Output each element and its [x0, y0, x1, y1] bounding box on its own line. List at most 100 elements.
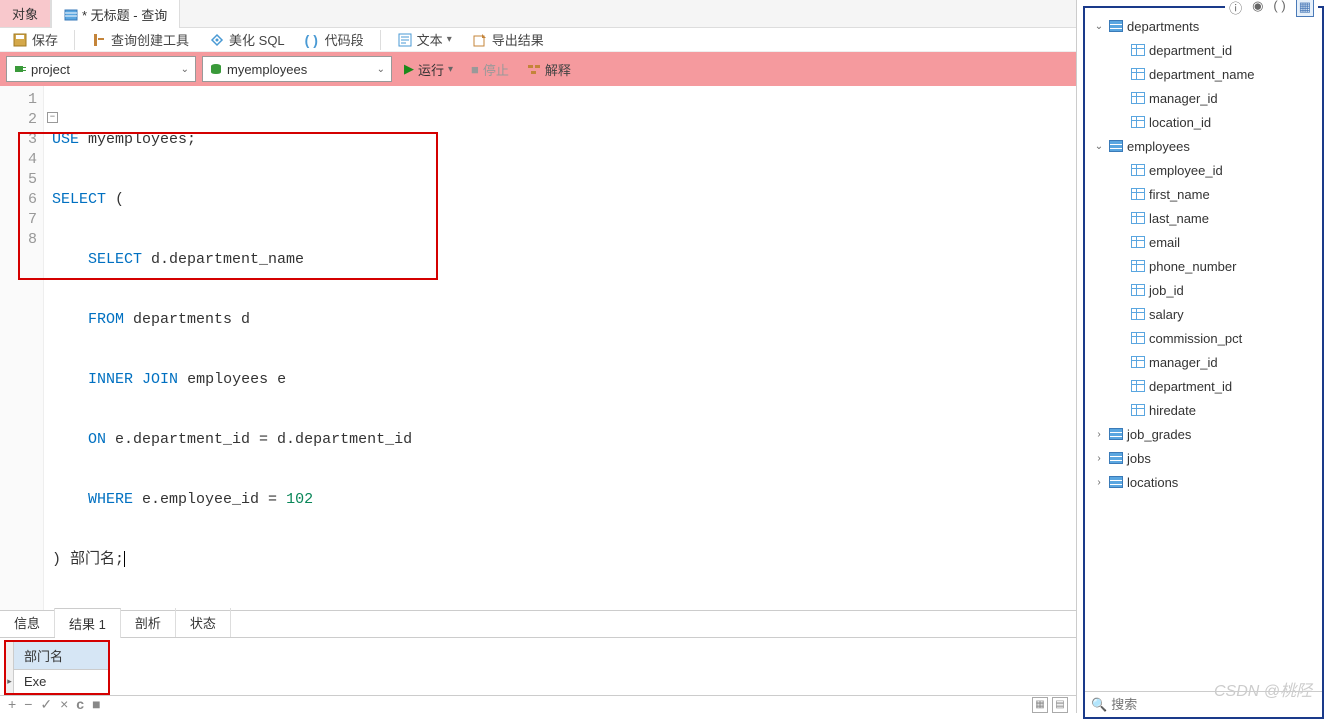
- stop-icon: ■: [471, 62, 479, 77]
- column-name-label: manager_id: [1149, 355, 1218, 370]
- column-name-label: department_id: [1149, 379, 1232, 394]
- chevron-right-icon[interactable]: ›: [1093, 477, 1105, 488]
- builder-icon: [91, 32, 107, 48]
- tree-column-first_name[interactable]: first_name: [1089, 182, 1318, 206]
- run-button[interactable]: ▶运行▾: [398, 58, 459, 81]
- paren-view-icon[interactable]: ( ): [1273, 0, 1285, 17]
- tree-column-job_id[interactable]: job_id: [1089, 278, 1318, 302]
- result-cell[interactable]: Exe: [14, 670, 100, 693]
- run-toolbar: project ⌄ myemployees ⌄ ▶运行▾ ■停止 解释: [0, 52, 1076, 86]
- main-toolbar: 保存 查询创建工具 美化 SQL ( )代码段 文本▾ 导出结果: [0, 28, 1076, 52]
- info-view-icon[interactable]: ⓘ: [1229, 0, 1242, 17]
- grid-view-icon[interactable]: ▦: [1296, 0, 1314, 17]
- explain-button[interactable]: 解释: [521, 58, 577, 81]
- tree-table-job_grades[interactable]: › job_grades: [1089, 422, 1318, 446]
- snippet-icon: ( ): [305, 32, 321, 48]
- tab-result1[interactable]: 结果 1: [55, 608, 121, 638]
- table-icon: [1109, 140, 1123, 152]
- tree-column-email[interactable]: email: [1089, 230, 1318, 254]
- export-button[interactable]: 导出结果: [468, 28, 548, 51]
- table-name-label: job_grades: [1127, 427, 1191, 442]
- beautify-button[interactable]: 美化 SQL: [205, 28, 289, 51]
- export-icon: [472, 32, 488, 48]
- tree-column-commission_pct[interactable]: commission_pct: [1089, 326, 1318, 350]
- column-icon: [1131, 44, 1145, 56]
- chevron-down-icon: ⌄: [181, 64, 189, 75]
- row-marker[interactable]: ▸: [6, 670, 14, 693]
- tree-column-last_name[interactable]: last_name: [1089, 206, 1318, 230]
- schema-search[interactable]: 🔍: [1085, 691, 1322, 717]
- column-name-label: department_id: [1149, 43, 1232, 58]
- tab-objects[interactable]: 对象: [0, 0, 51, 27]
- grid-view-button[interactable]: ▦: [1032, 697, 1048, 713]
- schema-tree[interactable]: ⌄ departments department_id department_name…: [1085, 8, 1322, 691]
- database-icon: [209, 62, 223, 76]
- status-bar: + − ✓ × c ■ ▦ ▤: [0, 695, 1076, 713]
- database-combo[interactable]: myemployees ⌄: [202, 56, 392, 82]
- tree-column-salary[interactable]: salary: [1089, 302, 1318, 326]
- search-input[interactable]: [1111, 697, 1316, 712]
- apply-button[interactable]: ✓: [40, 696, 52, 713]
- tree-column-phone_number[interactable]: phone_number: [1089, 254, 1318, 278]
- connection-combo[interactable]: project ⌄: [6, 56, 196, 82]
- chevron-right-icon[interactable]: ›: [1093, 453, 1105, 464]
- result-area: 部门名 ▸ Exe: [0, 638, 1076, 695]
- column-header[interactable]: 部门名: [14, 642, 108, 670]
- eye-view-icon[interactable]: ◉: [1252, 0, 1263, 17]
- file-tabs-bar: 对象 * 无标题 - 查询: [0, 0, 1076, 28]
- tree-column-department_id[interactable]: department_id: [1089, 38, 1318, 62]
- delete-row-button[interactable]: −: [24, 696, 32, 713]
- add-row-button[interactable]: +: [8, 696, 16, 713]
- right-panel-view-icons: ⓘ ◉ ( ) ▦: [1225, 0, 1318, 19]
- tab-query-label: * 无标题 - 查询: [82, 5, 167, 24]
- chevron-right-icon[interactable]: ›: [1093, 429, 1105, 440]
- save-button[interactable]: 保存: [8, 28, 62, 51]
- column-icon: [1131, 188, 1145, 200]
- result-grid: 部门名 ▸ Exe: [4, 640, 110, 695]
- tree-column-department_name[interactable]: department_name: [1089, 62, 1318, 86]
- sql-editor[interactable]: 12345678 − USE myemployees; SELECT ( SEL…: [0, 86, 1076, 610]
- refresh-button[interactable]: c: [76, 696, 84, 713]
- table-name-label: employees: [1127, 139, 1190, 154]
- text-icon: [397, 32, 413, 48]
- save-icon: [12, 32, 28, 48]
- column-icon: [1131, 260, 1145, 272]
- tree-column-employee_id[interactable]: employee_id: [1089, 158, 1318, 182]
- tree-table-jobs[interactable]: ›jobs: [1089, 446, 1318, 470]
- query-builder-button[interactable]: 查询创建工具: [87, 28, 193, 51]
- table-name-label: departments: [1127, 19, 1199, 34]
- line-gutter: 12345678: [0, 86, 44, 610]
- stop-button[interactable]: ■停止: [465, 58, 515, 81]
- chevron-down-icon[interactable]: ⌄: [1093, 141, 1105, 152]
- tree-column-manager_id[interactable]: manager_id: [1089, 350, 1318, 374]
- tab-status[interactable]: 状态: [176, 608, 231, 637]
- tab-info[interactable]: 信息: [0, 608, 55, 637]
- form-view-button[interactable]: ▤: [1052, 697, 1068, 713]
- chevron-down-icon[interactable]: ⌄: [1093, 21, 1105, 32]
- column-name-label: commission_pct: [1149, 331, 1242, 346]
- code-area[interactable]: USE myemployees; SELECT ( SELECT d.depar…: [44, 86, 1076, 610]
- column-name-label: manager_id: [1149, 91, 1218, 106]
- tree-column-location_id[interactable]: location_id: [1089, 110, 1318, 134]
- text-button[interactable]: 文本▾: [393, 28, 456, 51]
- column-name-label: employee_id: [1149, 163, 1223, 178]
- column-name-label: last_name: [1149, 211, 1209, 226]
- row-marker-header: [6, 642, 14, 670]
- search-icon: 🔍: [1091, 697, 1107, 713]
- tree-column-department_id[interactable]: department_id: [1089, 374, 1318, 398]
- stop-load-button[interactable]: ■: [92, 696, 100, 713]
- result-tabs: 信息 结果 1 剖析 状态: [0, 610, 1076, 638]
- tree-table-employees[interactable]: ⌄ employees: [1089, 134, 1318, 158]
- schema-panel: ⌄ departments department_id department_name…: [1083, 6, 1324, 719]
- column-icon: [1131, 308, 1145, 320]
- tab-query[interactable]: * 无标题 - 查询: [51, 0, 180, 28]
- chevron-down-icon: ⌄: [377, 64, 385, 75]
- column-name-label: first_name: [1149, 187, 1210, 202]
- tree-column-manager_id[interactable]: manager_id: [1089, 86, 1318, 110]
- tab-profile[interactable]: 剖析: [121, 608, 176, 637]
- tree-table-locations[interactable]: ›locations: [1089, 470, 1318, 494]
- cancel-button[interactable]: ×: [60, 696, 68, 713]
- column-name-label: salary: [1149, 307, 1184, 322]
- snippet-button[interactable]: ( )代码段: [301, 28, 368, 51]
- tree-column-hiredate[interactable]: hiredate: [1089, 398, 1318, 422]
